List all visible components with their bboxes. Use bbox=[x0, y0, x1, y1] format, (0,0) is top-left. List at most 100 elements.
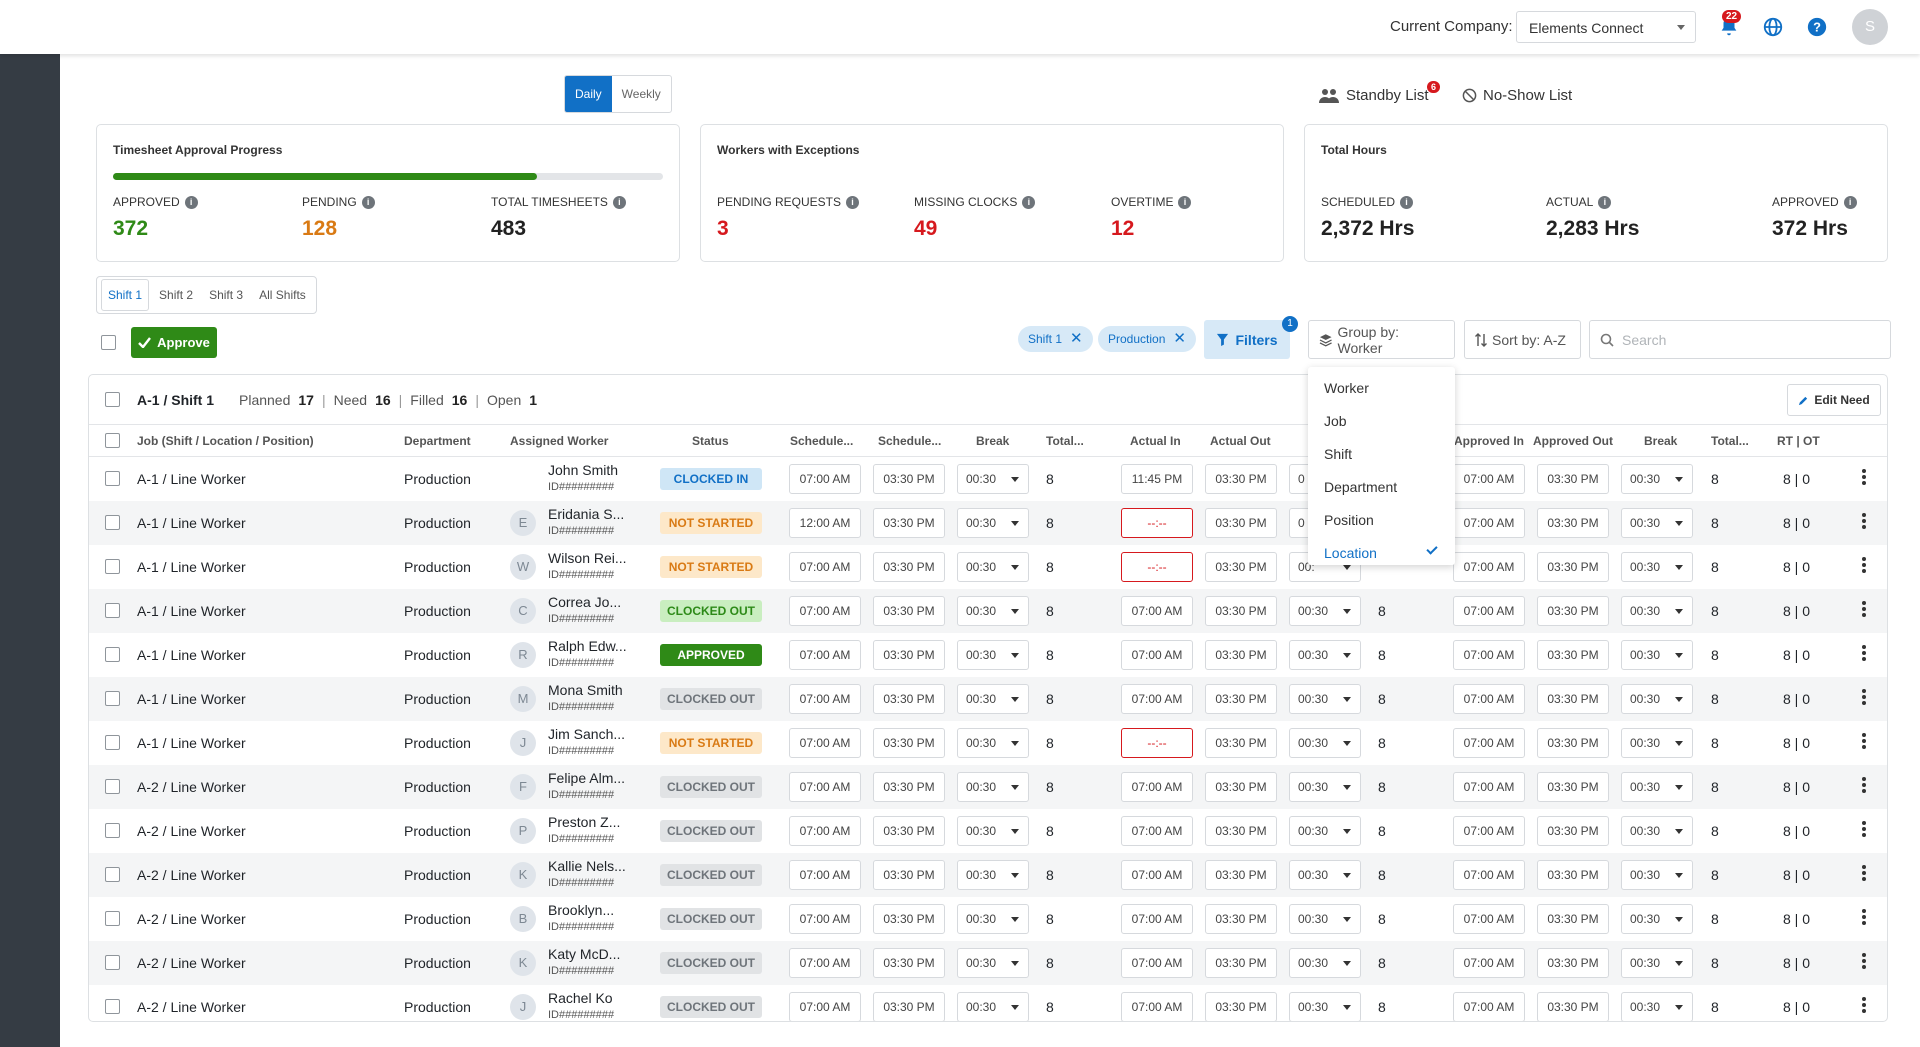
help-icon[interactable]: ? bbox=[1806, 16, 1828, 38]
actual-break-select[interactable]: 00:30 bbox=[1289, 640, 1361, 670]
info-icon[interactable]: i bbox=[1022, 195, 1036, 209]
worker-name[interactable]: Katy McD... bbox=[548, 946, 620, 962]
actual-in-field[interactable]: 07:00 AM bbox=[1121, 816, 1193, 846]
approved-in-field[interactable]: 07:00 AM bbox=[1453, 464, 1525, 494]
schedule-out-field[interactable]: 03:30 PM bbox=[873, 508, 945, 538]
user-avatar[interactable]: S bbox=[1852, 9, 1888, 45]
globe-icon[interactable] bbox=[1762, 16, 1784, 38]
schedule-out-field[interactable]: 03:30 PM bbox=[873, 464, 945, 494]
worker-name[interactable]: Correa Jo... bbox=[548, 594, 621, 610]
group-by-option-job[interactable]: Job bbox=[1308, 404, 1455, 437]
col-approved-in[interactable]: Approved In bbox=[1454, 434, 1524, 448]
more-options-icon[interactable] bbox=[1861, 557, 1867, 575]
more-options-icon[interactable] bbox=[1861, 777, 1867, 795]
actual-in-field[interactable]: --:-- bbox=[1121, 728, 1193, 758]
col-status[interactable]: Status bbox=[692, 434, 729, 448]
schedule-out-field[interactable]: 03:30 PM bbox=[873, 596, 945, 626]
break-select[interactable]: 00:30 bbox=[957, 640, 1029, 670]
approved-out-field[interactable]: 03:30 PM bbox=[1537, 464, 1609, 494]
worker-name[interactable]: Eridania S... bbox=[548, 506, 624, 522]
actual-out-field[interactable]: 03:30 PM bbox=[1205, 684, 1277, 714]
schedule-in-field[interactable]: 07:00 AM bbox=[789, 772, 861, 802]
approved-in-field[interactable]: 07:00 AM bbox=[1453, 904, 1525, 934]
approved-out-field[interactable]: 03:30 PM bbox=[1537, 640, 1609, 670]
row-checkbox[interactable] bbox=[105, 515, 120, 530]
actual-break-select[interactable]: 00:30 bbox=[1289, 596, 1361, 626]
more-options-icon[interactable] bbox=[1861, 997, 1867, 1015]
worker-name[interactable]: Kallie Nels... bbox=[548, 858, 626, 874]
actual-in-field[interactable]: 07:00 AM bbox=[1121, 992, 1193, 1021]
actual-break-select[interactable]: 00:30 bbox=[1289, 904, 1361, 934]
group-by-option-department[interactable]: Department bbox=[1308, 470, 1455, 503]
worker-name[interactable]: Ralph Edw... bbox=[548, 638, 627, 654]
row-checkbox[interactable] bbox=[105, 647, 120, 662]
more-options-icon[interactable] bbox=[1861, 601, 1867, 619]
schedule-in-field[interactable]: 12:00 AM bbox=[789, 508, 861, 538]
worker-name[interactable]: Rachel Ko bbox=[548, 990, 613, 1006]
col-total[interactable]: Total... bbox=[1046, 434, 1084, 448]
row-checkbox[interactable] bbox=[105, 867, 120, 882]
actual-out-field[interactable]: 03:30 PM bbox=[1205, 596, 1277, 626]
actual-in-field[interactable]: 07:00 AM bbox=[1121, 948, 1193, 978]
actual-out-field[interactable]: 03:30 PM bbox=[1205, 772, 1277, 802]
approved-out-field[interactable]: 03:30 PM bbox=[1537, 860, 1609, 890]
standby-list-link[interactable]: Standby List bbox=[1318, 87, 1429, 104]
approved-break-select[interactable]: 00:30 bbox=[1621, 596, 1693, 626]
schedule-in-field[interactable]: 07:00 AM bbox=[789, 816, 861, 846]
approved-break-select[interactable]: 00:30 bbox=[1621, 816, 1693, 846]
worker-name[interactable]: Jim Sanch... bbox=[548, 726, 625, 742]
break-select[interactable]: 00:30 bbox=[957, 816, 1029, 846]
break-select[interactable]: 00:30 bbox=[957, 860, 1029, 890]
approved-break-select[interactable]: 00:30 bbox=[1621, 860, 1693, 890]
approved-out-field[interactable]: 03:30 PM bbox=[1537, 948, 1609, 978]
actual-break-select[interactable]: 00:30 bbox=[1289, 728, 1361, 758]
schedule-in-field[interactable]: 07:00 AM bbox=[789, 904, 861, 934]
edit-need-button[interactable]: Edit Need bbox=[1787, 384, 1881, 416]
approved-break-select[interactable]: 00:30 bbox=[1621, 684, 1693, 714]
col-actual-in[interactable]: Actual In bbox=[1130, 434, 1181, 448]
info-icon[interactable]: i bbox=[1178, 195, 1192, 209]
actual-in-field[interactable]: --:-- bbox=[1121, 508, 1193, 538]
actual-out-field[interactable]: 03:30 PM bbox=[1205, 552, 1277, 582]
worker-name[interactable]: Brooklyn... bbox=[548, 902, 614, 918]
approved-in-field[interactable]: 07:00 AM bbox=[1453, 552, 1525, 582]
row-checkbox[interactable] bbox=[105, 779, 120, 794]
more-options-icon[interactable] bbox=[1861, 909, 1867, 927]
col-schedule-out[interactable]: Schedule... bbox=[878, 434, 941, 448]
actual-in-field[interactable]: 07:00 AM bbox=[1121, 904, 1193, 934]
no-show-list-link[interactable]: No-Show List bbox=[1462, 87, 1572, 104]
approved-in-field[interactable]: 07:00 AM bbox=[1453, 728, 1525, 758]
actual-out-field[interactable]: 03:30 PM bbox=[1205, 904, 1277, 934]
info-icon[interactable]: i bbox=[1843, 195, 1857, 209]
schedule-out-field[interactable]: 03:30 PM bbox=[873, 552, 945, 582]
tab-shift-3[interactable]: Shift 3 bbox=[203, 280, 249, 310]
actual-out-field[interactable]: 03:30 PM bbox=[1205, 508, 1277, 538]
schedule-in-field[interactable]: 07:00 AM bbox=[789, 860, 861, 890]
schedule-in-field[interactable]: 07:00 AM bbox=[789, 552, 861, 582]
col-approved-out[interactable]: Approved Out bbox=[1533, 434, 1613, 448]
approved-out-field[interactable]: 03:30 PM bbox=[1537, 992, 1609, 1021]
actual-break-select[interactable]: 00:30 bbox=[1289, 816, 1361, 846]
schedule-in-field[interactable]: 07:00 AM bbox=[789, 596, 861, 626]
actual-in-field[interactable]: 07:00 AM bbox=[1121, 860, 1193, 890]
col-assigned-worker[interactable]: Assigned Worker bbox=[510, 434, 608, 448]
schedule-in-field[interactable]: 07:00 AM bbox=[789, 684, 861, 714]
actual-in-field[interactable]: --:-- bbox=[1121, 552, 1193, 582]
approved-out-field[interactable]: 03:30 PM bbox=[1537, 816, 1609, 846]
actual-out-field[interactable]: 03:30 PM bbox=[1205, 464, 1277, 494]
break-select[interactable]: 00:30 bbox=[957, 904, 1029, 934]
approved-in-field[interactable]: 07:00 AM bbox=[1453, 684, 1525, 714]
approved-in-field[interactable]: 07:00 AM bbox=[1453, 992, 1525, 1021]
info-icon[interactable]: i bbox=[846, 195, 860, 209]
schedule-out-field[interactable]: 03:30 PM bbox=[873, 948, 945, 978]
approved-break-select[interactable]: 00:30 bbox=[1621, 552, 1693, 582]
more-options-icon[interactable] bbox=[1861, 821, 1867, 839]
worker-name[interactable]: Preston Z... bbox=[548, 814, 620, 830]
break-select[interactable]: 00:30 bbox=[957, 464, 1029, 494]
actual-in-field[interactable]: 07:00 AM bbox=[1121, 640, 1193, 670]
approved-break-select[interactable]: 00:30 bbox=[1621, 948, 1693, 978]
approved-in-field[interactable]: 07:00 AM bbox=[1453, 596, 1525, 626]
worker-name[interactable]: John Smith bbox=[548, 462, 618, 478]
approved-break-select[interactable]: 00:30 bbox=[1621, 992, 1693, 1021]
break-select[interactable]: 00:30 bbox=[957, 948, 1029, 978]
